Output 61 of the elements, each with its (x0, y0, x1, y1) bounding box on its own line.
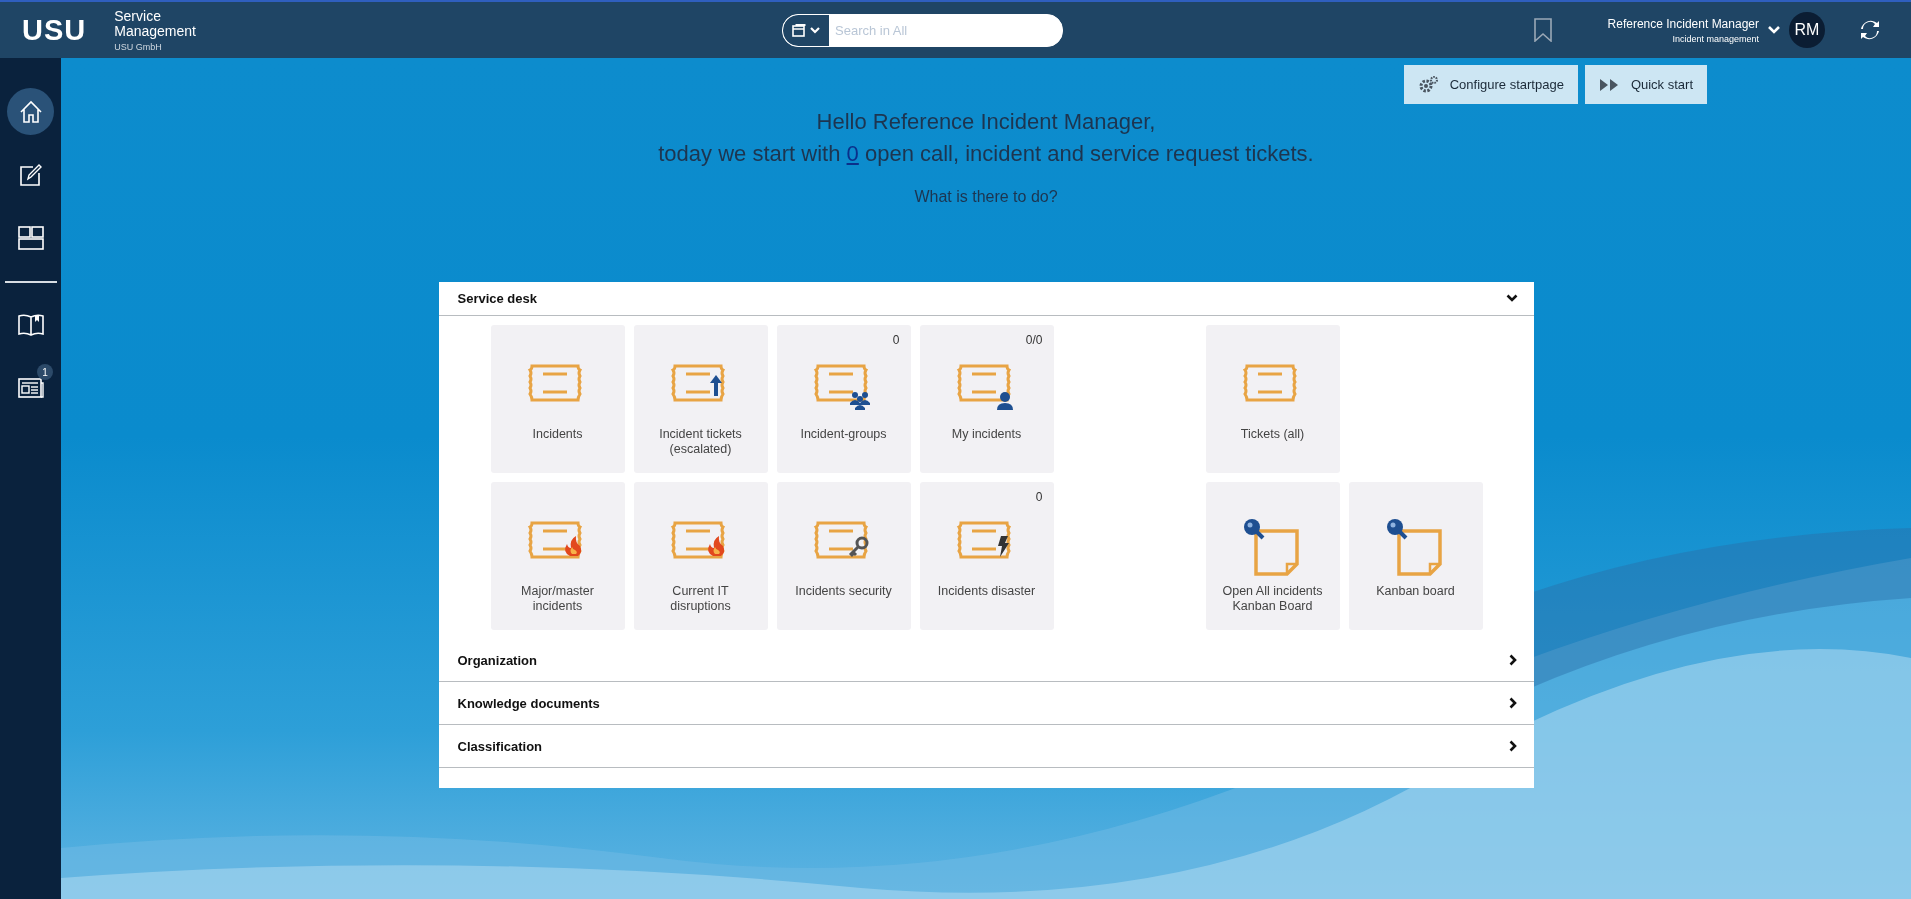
tile[interactable]: Open All incidents Kanban Board (1205, 482, 1340, 630)
toolbar-button[interactable]: Configure startpage (1403, 65, 1578, 104)
edit-icon (18, 162, 43, 187)
tile[interactable]: Tickets (all) (1205, 325, 1340, 473)
tile-count: 0 (892, 333, 900, 347)
windows-icon (792, 23, 806, 37)
logo[interactable]: USU (22, 13, 87, 47)
book-icon (17, 312, 44, 337)
greeting-title: Hello Reference Incident Manager, (815, 108, 1157, 136)
section-header[interactable]: Knowledge documents (438, 682, 1534, 725)
newspaper-icon (17, 376, 44, 399)
section-header[interactable]: Organization (438, 639, 1534, 682)
tile-label: Incidents (531, 427, 584, 443)
chevron-right-icon (1508, 697, 1518, 709)
chevron-down-icon[interactable] (1767, 25, 1781, 35)
section-header[interactable]: Classification (438, 725, 1534, 768)
fast-forward-icon (1598, 77, 1619, 92)
tile[interactable]: Incidents (490, 325, 625, 473)
refresh-icon[interactable] (1859, 19, 1881, 41)
chevron-down-icon (810, 26, 820, 34)
home-icon (18, 99, 43, 124)
tile-label: My incidents (950, 427, 1023, 443)
dashboard-icon (17, 225, 44, 250)
notification-badge: 1 (37, 364, 53, 380)
user-role: Incident management (1672, 33, 1759, 44)
tile-count: 0/0 (1025, 333, 1043, 347)
tile[interactable]: Kanban board (1348, 482, 1483, 630)
tile[interactable]: 0/0 My incidents (919, 325, 1054, 473)
tile-label: Open All incidents Kanban Board (1221, 584, 1324, 615)
tile[interactable]: 0 Incident-groups (776, 325, 911, 473)
chevron-down-icon (1505, 294, 1518, 303)
tile-label: Incidents disaster (936, 584, 1037, 600)
tile-label: Incident tickets (escalated) (658, 427, 743, 458)
tile[interactable]: Major/master incidents (490, 482, 625, 630)
sidebar-item[interactable] (7, 88, 54, 135)
search-scope-dropdown[interactable] (783, 14, 829, 46)
tile-label: Incidents security (794, 584, 893, 600)
bookmark-icon[interactable] (1533, 18, 1552, 42)
tile[interactable]: Incidents security (776, 482, 911, 630)
sidebar-item[interactable]: 1 (7, 364, 54, 411)
tile-label: Tickets (all) (1239, 427, 1306, 443)
tile-label: Kanban board (1375, 584, 1456, 600)
tile-label: Incident-groups (799, 427, 888, 443)
greeting-text: today we start with 0 open call, incident and service request tickets. (658, 140, 1314, 168)
tile[interactable]: 0 Incidents disaster (919, 482, 1054, 630)
gears-icon (1417, 75, 1438, 94)
greeting-question: What is there to do? (913, 188, 1059, 206)
tile[interactable]: Incident tickets (escalated) (633, 325, 768, 473)
chevron-right-icon (1508, 740, 1518, 752)
user-avatar[interactable]: RM (1789, 12, 1825, 48)
chevron-right-icon (1508, 654, 1518, 666)
company-name: USU GmbH (114, 41, 163, 52)
tile-label: Major/master incidents (520, 584, 595, 615)
section-header[interactable]: Service desk (438, 282, 1534, 316)
toolbar-button[interactable]: Quick start (1584, 65, 1707, 104)
user-name[interactable]: Reference Incident Manager (1607, 16, 1759, 31)
product-name: Service Management (114, 8, 197, 39)
tile-label: Current IT disruptions (669, 584, 732, 615)
search-field[interactable]: Search in All (782, 13, 1063, 47)
tile[interactable]: Current IT disruptions (633, 482, 768, 630)
tile-count: 0 (1035, 490, 1043, 504)
